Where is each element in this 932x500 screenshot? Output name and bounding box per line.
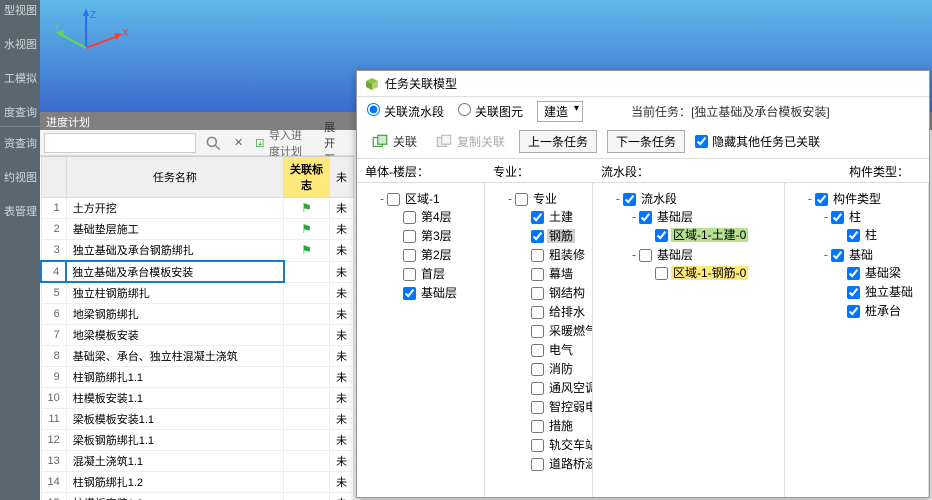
prev-task-button[interactable]: 上一条任务 <box>519 130 597 153</box>
radio-link-flow[interactable]: 关联流水段 <box>367 103 444 120</box>
svg-text:X: X <box>122 28 129 39</box>
tree-item[interactable]: -基础层区域-1-土建-0 <box>629 207 780 245</box>
tree-item[interactable]: 道路桥涵 <box>521 454 588 473</box>
col-head-building: 单体-楼层： <box>357 159 485 182</box>
tree-building[interactable]: -区域-1第4层第3层第2层首层基础层 <box>357 183 485 497</box>
tree-item[interactable]: 土建 <box>521 207 588 226</box>
tree-item[interactable]: 钢结构 <box>521 283 588 302</box>
task-row[interactable]: 10柱模板安装1.1未 <box>41 388 354 409</box>
link-button[interactable]: 关联 <box>367 131 421 153</box>
tree-item[interactable]: 钢筋 <box>521 226 588 245</box>
col-status[interactable]: 未 <box>330 157 354 198</box>
svg-text:Z: Z <box>90 10 96 21</box>
tree-item[interactable]: 首层 <box>393 264 480 283</box>
svg-text:Y: Y <box>54 22 61 33</box>
hide-others-checkbox[interactable]: 隐藏其他任务已关联 <box>695 133 820 150</box>
rail-item[interactable]: 资查询 <box>0 133 40 153</box>
task-row[interactable]: 2基础垫层施工⚑未 <box>41 219 354 240</box>
tree-item[interactable]: -区域-1第4层第3层第2层首层基础层 <box>377 189 480 303</box>
build-type-combo[interactable]: 建造 <box>537 101 583 122</box>
col-head-flow: 流水段： <box>593 159 785 182</box>
tree-item[interactable]: 采暖燃气 <box>521 321 588 340</box>
tree-item[interactable]: 独立基础 <box>837 282 924 301</box>
tree-item[interactable]: 基础梁 <box>837 263 924 282</box>
tree-item[interactable]: 区域-1-土建-0 <box>645 225 780 244</box>
search-icon[interactable] <box>200 134 226 152</box>
rail-item[interactable]: 工模拟 <box>0 68 40 88</box>
copy-link-button[interactable]: 复制关联 <box>431 131 509 153</box>
import-plan-button[interactable]: 导入进度计划 <box>251 127 316 159</box>
task-table: 任务名称 关联标志 未 1土方开挖⚑未2基础垫层施工⚑未3独立基础及承台钢筋绑扎… <box>40 156 354 500</box>
tree-item[interactable]: 第3层 <box>393 226 480 245</box>
task-row[interactable]: 5独立柱钢筋绑扎未 <box>41 282 354 304</box>
tree-item[interactable]: 基础层 <box>393 283 480 302</box>
task-row[interactable]: 8基础梁、承台、独立柱混凝土浇筑未 <box>41 346 354 367</box>
tree-item[interactable]: 第2层 <box>393 245 480 264</box>
task-row[interactable]: 15柱模板安装1.2未 <box>41 493 354 500</box>
tree-item[interactable]: 第4层 <box>393 207 480 226</box>
tree-item[interactable]: 电气 <box>521 340 588 359</box>
tree-item[interactable]: -流水段-基础层区域-1-土建-0-基础层区域-1-钢筋-0 <box>613 189 780 284</box>
task-row[interactable]: 4独立基础及承台模板安装未 <box>41 261 354 282</box>
task-row[interactable]: 1土方开挖⚑未 <box>41 198 354 219</box>
dialog-title: 任务关联模型 <box>385 75 457 92</box>
tree-item[interactable]: -专业土建钢筋粗装修幕墙钢结构给排水采暖燃气电气消防通风空调智控弱电措施轨交车站… <box>505 189 588 474</box>
task-row[interactable]: 14柱钢筋绑扎1.2未 <box>41 472 354 493</box>
rail-item[interactable]: 表管理 <box>0 201 40 221</box>
rail-item[interactable]: 约视图 <box>0 167 40 187</box>
rail-item[interactable]: 型视图 <box>0 0 40 20</box>
tree-item[interactable]: -基础基础梁独立基础桩承台 <box>821 245 924 321</box>
tree-item[interactable]: 粗装修 <box>521 245 588 264</box>
task-row[interactable]: 13混凝土浇筑1.1未 <box>41 451 354 472</box>
dialog-toolbar: 关联 复制关联 上一条任务 下一条任务 隐藏其他任务已关联 <box>357 125 929 159</box>
task-row[interactable]: 6地梁钢筋绑扎未 <box>41 304 354 325</box>
task-row[interactable]: 9柱钢筋绑扎1.1未 <box>41 367 354 388</box>
cube-icon <box>365 77 379 91</box>
tree-item[interactable]: 幕墙 <box>521 264 588 283</box>
dialog-title-bar[interactable]: 任务关联模型 <box>357 71 929 97</box>
col-task-name[interactable]: 任务名称 <box>66 157 283 198</box>
tree-item[interactable]: 柱 <box>837 225 924 244</box>
tree-item[interactable]: 区域-1-钢筋-0 <box>645 263 780 282</box>
next-task-button[interactable]: 下一条任务 <box>607 130 685 153</box>
rail-item[interactable]: 水视图 <box>0 34 40 54</box>
tree-specialty[interactable]: -专业土建钢筋粗装修幕墙钢结构给排水采暖燃气电气消防通风空调智控弱电措施轨交车站… <box>485 183 593 497</box>
axis-gizmo-icon: Z X Y <box>54 6 134 76</box>
radio-link-element[interactable]: 关联图元 <box>458 103 523 120</box>
tree-item[interactable]: 消防 <box>521 359 588 378</box>
tree-item[interactable]: -基础层区域-1-钢筋-0 <box>629 245 780 283</box>
col-head-component: 构件类型： <box>785 159 929 182</box>
task-row[interactable]: 3独立基础及承台钢筋绑扎⚑未 <box>41 240 354 262</box>
task-row[interactable]: 7地梁模板安装未 <box>41 325 354 346</box>
tree-item[interactable]: 通风空调 <box>521 378 588 397</box>
current-task-label: 当前任务：[独立基础及承台模板安装] <box>631 103 830 120</box>
task-row[interactable]: 11梁板模板安装1.1未 <box>41 409 354 430</box>
rail-item[interactable]: 度查询 <box>0 102 40 127</box>
tree-component[interactable]: -构件类型-柱柱-基础基础梁独立基础桩承台 <box>785 183 929 497</box>
link-model-dialog: 任务关联模型 关联流水段 关联图元 建造 当前任务：[独立基础及承台模板安装] … <box>356 70 930 498</box>
task-row[interactable]: 12梁板钢筋绑扎1.1未 <box>41 430 354 451</box>
col-head-specialty: 专业： <box>485 159 593 182</box>
tree-flow[interactable]: -流水段-基础层区域-1-土建-0-基础层区域-1-钢筋-0 <box>593 183 785 497</box>
tree-item[interactable]: -柱柱 <box>821 207 924 245</box>
dialog-column-headers: 单体-楼层： 专业： 流水段： 构件类型： <box>357 159 929 183</box>
col-link-flag[interactable]: 关联标志 <box>284 157 330 198</box>
tree-item[interactable]: 桩承台 <box>837 301 924 320</box>
left-rail: 型视图 水视图 工模拟 度查询 资查询 约视图 表管理 <box>0 0 40 500</box>
tree-item[interactable]: 给排水 <box>521 302 588 321</box>
search-input[interactable] <box>44 133 196 153</box>
tree-item[interactable]: 智控弱电 <box>521 397 588 416</box>
tree-item[interactable]: 轨交车站 <box>521 435 588 454</box>
clear-icon[interactable]: ✕ <box>230 136 247 149</box>
dialog-options-row: 关联流水段 关联图元 建造 当前任务：[独立基础及承台模板安装] <box>357 97 929 125</box>
tree-item[interactable]: -构件类型-柱柱-基础基础梁独立基础桩承台 <box>805 189 924 322</box>
plan-toolbar: ✕ 导入进度计划 展开至 <box>40 130 354 156</box>
tree-item[interactable]: 措施 <box>521 416 588 435</box>
